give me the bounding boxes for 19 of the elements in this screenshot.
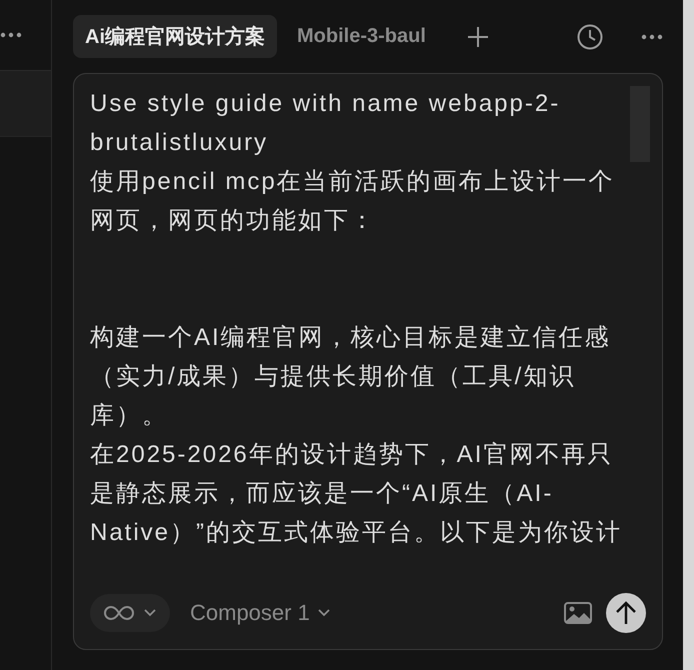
message-paragraph: 在2025-2026年的设计趋势下，AI官网不再只是静态展示，而应该是一个“AI原生（AI-Native）”的交互式体验平台。以下是为你设计 xyxy=(90,440,624,548)
more-icon[interactable] xyxy=(641,34,663,40)
clock-icon[interactable] xyxy=(577,24,603,50)
chevron-icon xyxy=(144,609,156,617)
composer-box[interactable] xyxy=(73,73,663,650)
mode-selector[interactable] xyxy=(90,594,170,632)
tab[interactable]: Ai编程官网设计方案 xyxy=(73,15,277,58)
image-icon[interactable] xyxy=(564,602,592,624)
message-paragraph: Use style guide with name webapp-2-brutalistluxury xyxy=(90,89,562,158)
infinity-icon xyxy=(104,605,134,621)
arrow-up-icon xyxy=(616,601,636,625)
tab[interactable]: Mobile-3-baul xyxy=(285,17,459,56)
chevron-icon xyxy=(318,609,330,617)
more-icon[interactable] xyxy=(0,32,22,38)
plus-icon[interactable] xyxy=(467,26,489,48)
send-button[interactable] xyxy=(606,593,646,633)
message-paragraph: 使用pencil mcp在当前活跃的画布上设计一个网页，网页的功能如下： xyxy=(90,167,616,236)
model-selector[interactable]: Composer 1 xyxy=(184,599,336,627)
message-paragraph: 构建一个AI编程官网，核心目标是建立信任感（实力/成果）与提供长期价值（工具/知识库）。 xyxy=(90,323,612,431)
